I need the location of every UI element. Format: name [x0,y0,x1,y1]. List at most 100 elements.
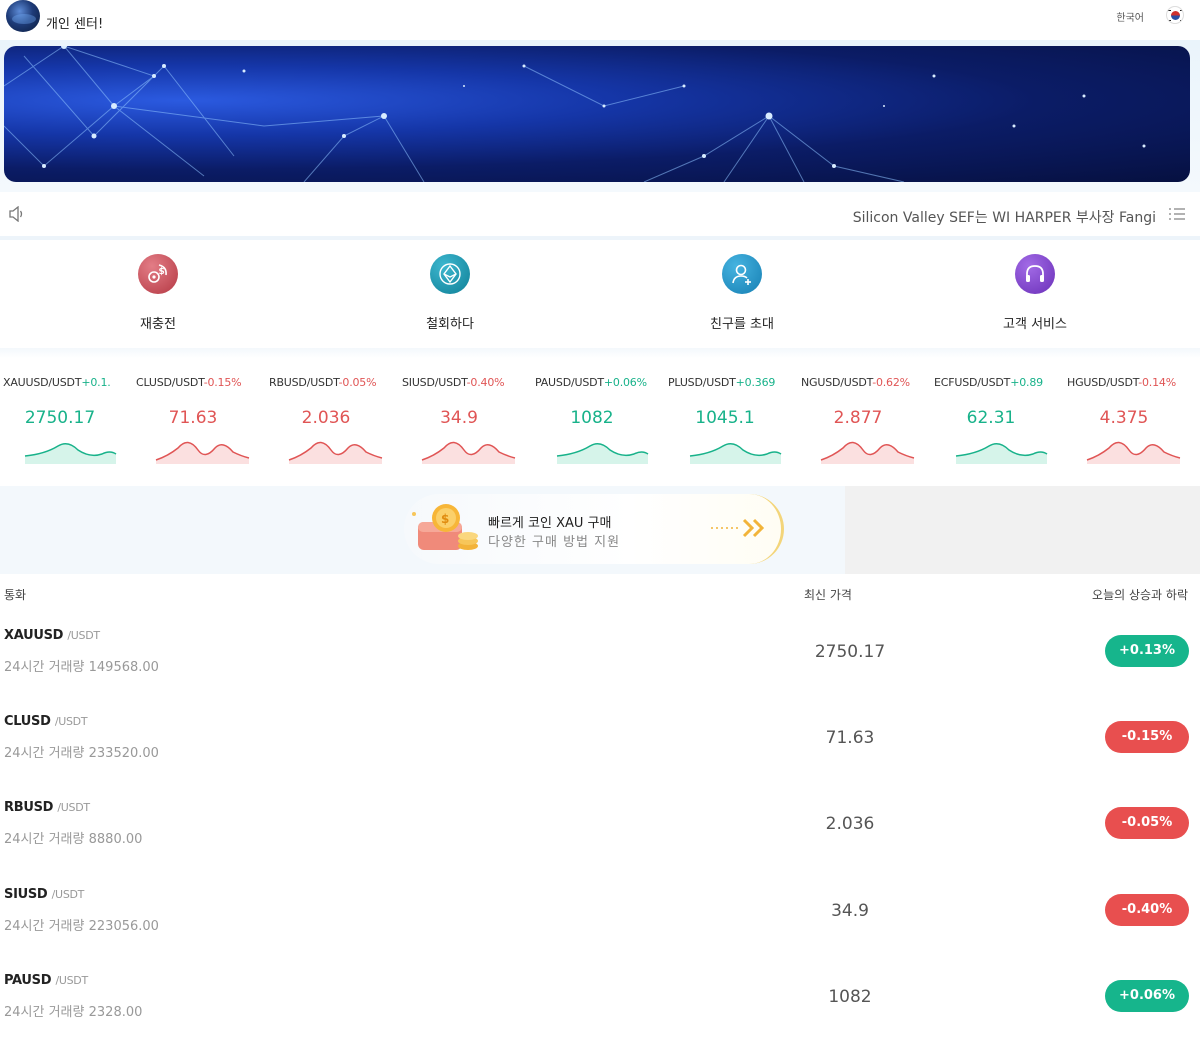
ticker-change: -0.62% [872,376,910,389]
row-volume: 24시간 거래량 233520.00 [4,746,159,761]
ticker-change: +0.369 [735,376,776,389]
ticker-card[interactable]: PLUSD/USDT+0.369 1045.1 [665,360,798,480]
row-price: 71.63 [825,728,875,748]
sparkline-up [24,443,117,464]
notice-text[interactable]: Silicon Valley SEF는 WI HARPER 부사장 Fangi [853,207,1156,227]
column-currency: 통화 [4,588,27,602]
row-symbol: CLUSD /USDT [4,714,88,729]
coin-wallet-icon: $ [412,504,478,550]
sparkline-down [288,441,383,464]
row-symbol: PAUSD /USDT [4,973,88,988]
action-label: 고객 서비스 [1003,317,1067,332]
ticker-card[interactable]: NGUSD/USDT-0.62% 2.877 [798,360,931,480]
row-price: 2750.17 [814,642,886,662]
banner-image[interactable] [4,46,1190,182]
invite-friend-button[interactable]: 친구를 초대 [682,240,802,352]
svg-text:$: $ [441,512,449,526]
user-center-link[interactable]: 개인 센터! [46,13,103,32]
avatar[interactable] [6,0,40,32]
ticker-pair: PLUSD/USDT+0.369 [668,376,776,389]
ticker-card[interactable]: CLUSD/USDT-0.15% 71.63 [133,360,266,480]
ticker-pair: ECFUSD/USDT+0.89 [934,376,1043,389]
promo-background [845,486,1200,574]
ticker-price: 1082 [570,408,614,428]
sparkline-up [689,443,782,464]
svg-text:$: $ [159,267,165,277]
column-daily-change: 오늘의 상승과 하락 [1092,588,1188,602]
table-row[interactable]: SIUSD /USDT 24시간 거래량 223056.00 34.9 -0.4… [0,887,1200,973]
row-volume: 24시간 거래량 8880.00 [4,832,143,847]
row-change-badge: -0.40% [1105,894,1189,926]
ticker-card[interactable]: XAUUSD/USDT+0.1. 2750.17 [0,360,133,480]
ticker-change: -0.40% [466,376,505,389]
sparkline-down [1086,441,1181,464]
ticker-change: -0.14% [1138,376,1176,389]
ticker-price: 4.375 [1099,408,1149,428]
ticker-card[interactable]: PAUSD/USDT+0.06% 1082 [532,360,665,480]
ticker-card[interactable]: SIUSD/USDT-0.40% 34.9 [399,360,532,480]
double-chevron-right-icon [711,518,765,538]
column-latest-price: 최신 가격 [804,588,852,602]
divider [0,348,1200,358]
row-volume: 24시간 거래량 223056.00 [4,919,159,934]
sparkline-down [820,441,915,464]
row-symbol: RBUSD /USDT [4,800,90,815]
ticker-price: 62.31 [966,408,1016,428]
ticker-card[interactable]: RBUSD/USDT-0.05% 2.036 [266,360,399,480]
table-row[interactable]: XAUUSD /USDT 24시간 거래량 149568.00 2750.17 … [0,628,1200,714]
ticker-change: -0.15% [203,376,242,389]
invite-friend-icon [722,254,762,294]
row-volume: 24시간 거래량 2328.00 [4,1005,143,1020]
ticker-change: +0.1. [81,376,111,389]
banner-section [0,40,1200,192]
row-change-badge: -0.05% [1105,807,1189,839]
ticker-strip: XAUUSD/USDT+0.1. 2750.17 CLUSD/USDT-0.15… [0,360,1200,480]
action-label: 재충전 [140,317,176,332]
row-change-badge: +0.06% [1105,980,1189,1012]
market-table-header: 통화 최신 가격 오늘의 상승과 하락 [0,586,1200,610]
table-row[interactable]: CLUSD /USDT 24시간 거래량 233520.00 71.63 -0.… [0,714,1200,800]
quick-actions: $ 재충전 철회하다 친구를 초대 고객 서비스 [0,240,1200,352]
ticker-price: 71.63 [168,408,218,428]
sparkline-up [556,443,649,464]
action-label: 철회하다 [426,317,474,332]
table-row[interactable]: PAUSD /USDT 24시간 거래량 2328.00 1082 +0.06% [0,973,1200,1043]
customer-service-button[interactable]: 고객 서비스 [975,240,1095,352]
ticker-price: 34.9 [440,408,478,428]
recharge-button[interactable]: $ 재충전 [98,240,218,352]
promo-section: $ 빠르게 코인 XAU 구매 다양한 구매 방법 지원 [0,486,1200,574]
action-label: 친구를 초대 [710,317,774,332]
ticker-change: +0.06% [603,376,647,389]
ticker-price: 2750.17 [24,408,96,428]
language-selector[interactable]: 한국어 [1116,9,1144,24]
korea-flag-icon[interactable] [1166,6,1184,24]
row-price: 2.036 [825,814,875,834]
list-icon[interactable] [1168,206,1186,222]
row-change-badge: +0.13% [1105,635,1189,667]
table-row[interactable]: RBUSD /USDT 24시간 거래량 8880.00 2.036 -0.05… [0,800,1200,886]
ticker-pair: SIUSD/USDT-0.40% [402,376,505,389]
promo-title: 빠르게 코인 XAU 구매 [488,516,612,531]
ticker-pair: PAUSD/USDT+0.06% [535,376,647,389]
row-price: 1082 [828,987,872,1007]
sparkline-up [955,443,1048,464]
notice-bar: Silicon Valley SEF는 WI HARPER 부사장 Fangi [0,192,1200,238]
ticker-price: 2.036 [301,408,351,428]
withdraw-button[interactable]: 철회하다 [390,240,510,352]
sparkline-down [421,441,516,464]
header: 개인 센터! 한국어 [0,0,1200,40]
row-change-badge: -0.15% [1105,721,1189,753]
ticker-card[interactable]: ECFUSD/USDT+0.89 62.31 [931,360,1064,480]
ticker-change: -0.05% [338,376,377,389]
ticker-pair: HGUSD/USDT-0.14% [1067,376,1176,389]
ticker-price: 2.877 [833,408,883,428]
customer-service-icon [1015,254,1055,294]
row-symbol: SIUSD /USDT [4,887,85,902]
ticker-pair: XAUUSD/USDT+0.1. [3,376,111,389]
ticker-card[interactable]: HGUSD/USDT-0.14% 4.375 [1064,360,1197,480]
withdraw-icon [430,254,470,294]
row-symbol: XAUUSD /USDT [4,628,100,643]
row-volume: 24시간 거래량 149568.00 [4,660,159,675]
ticker-pair: NGUSD/USDT-0.62% [801,376,910,389]
sparkline-down [155,441,250,464]
